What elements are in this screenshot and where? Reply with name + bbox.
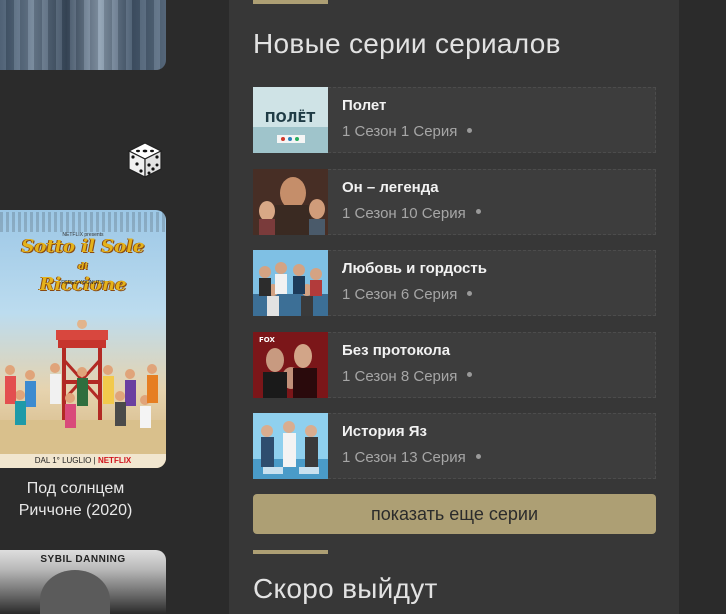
- dot-icon: [475, 209, 481, 215]
- episode-title: Он – легенда: [342, 178, 439, 196]
- dot-icon: [475, 453, 481, 459]
- poster-subtitle: FEDEZ YOUNUTS!: [61, 280, 105, 286]
- episode-item[interactable]: FOX Без протокола 1 Сезон 8 Серия: [253, 331, 656, 398]
- episode-title: Полет: [342, 97, 387, 114]
- episode-thumbnail-title: ПОЛЁТ: [265, 110, 316, 126]
- episode-info: 1 Сезон 10 Серия: [342, 205, 481, 222]
- section-title-new-episodes: Новые серии сериалов: [253, 28, 561, 59]
- crowd-image: [0, 363, 166, 460]
- episode-info: 1 Сезон 13 Серия: [342, 449, 481, 466]
- episode-item[interactable]: Он – легенда 1 Сезон 10 Серия: [253, 168, 656, 235]
- episode-info: 1 Сезон 1 Серия: [342, 123, 473, 140]
- episode-thumbnail: [253, 250, 328, 316]
- episode-title: Без протокола: [342, 341, 451, 359]
- episode-thumbnail: [253, 168, 328, 235]
- episode-thumbnail: FOX: [253, 331, 328, 398]
- poster-bottom-figure: [40, 570, 110, 614]
- episode-info: 1 Сезон 6 Серия: [342, 286, 473, 303]
- poster-footer: DAL 1° LUGLIO | NETFLIX: [0, 454, 166, 468]
- episode-title: История Яз: [342, 423, 427, 440]
- poster-sotto-il-sole[interactable]: NETFLIX presents Sotto il Sole di Riccio…: [0, 210, 166, 468]
- poster-top-partial[interactable]: [0, 0, 166, 70]
- episode-thumbnail: [253, 413, 328, 479]
- section-divider-soon: [253, 550, 328, 554]
- dot-icon: [467, 290, 473, 296]
- poster-credits: [0, 212, 166, 232]
- poster-bottom-name: SYBIL DANNING: [40, 554, 126, 565]
- section-divider-top: [253, 0, 328, 4]
- episode-item[interactable]: История Яз 1 Сезон 13 Серия: [253, 413, 656, 479]
- dot-icon: [467, 372, 473, 378]
- poster-bottom-partial[interactable]: SYBIL DANNING: [0, 550, 166, 614]
- show-more-episodes-button[interactable]: показать еще серии: [253, 494, 656, 534]
- episode-item[interactable]: ПОЛЁТ Полет 1 Сезон 1 Серия: [253, 87, 656, 153]
- episode-thumbnail: ПОЛЁТ: [253, 87, 328, 153]
- random-dice-icon[interactable]: [125, 139, 165, 179]
- dot-icon: [467, 127, 473, 133]
- poster-caption[interactable]: Под солнцем Риччоне (2020): [0, 478, 151, 522]
- episode-info: 1 Сезон 8 Серия: [342, 368, 473, 385]
- episode-item[interactable]: Любовь и гордость 1 Сезон 6 Серия: [253, 250, 656, 316]
- right-margin: [679, 0, 726, 614]
- episode-title: Любовь и гордость: [342, 260, 487, 277]
- episode-thumbnail-channel: FOX: [259, 336, 275, 344]
- section-title-coming-soon: Скоро выйдут: [253, 573, 438, 604]
- episode-list: ПОЛЁТ Полет 1 Сезон 1 Серия Он – легенда…: [253, 87, 656, 495]
